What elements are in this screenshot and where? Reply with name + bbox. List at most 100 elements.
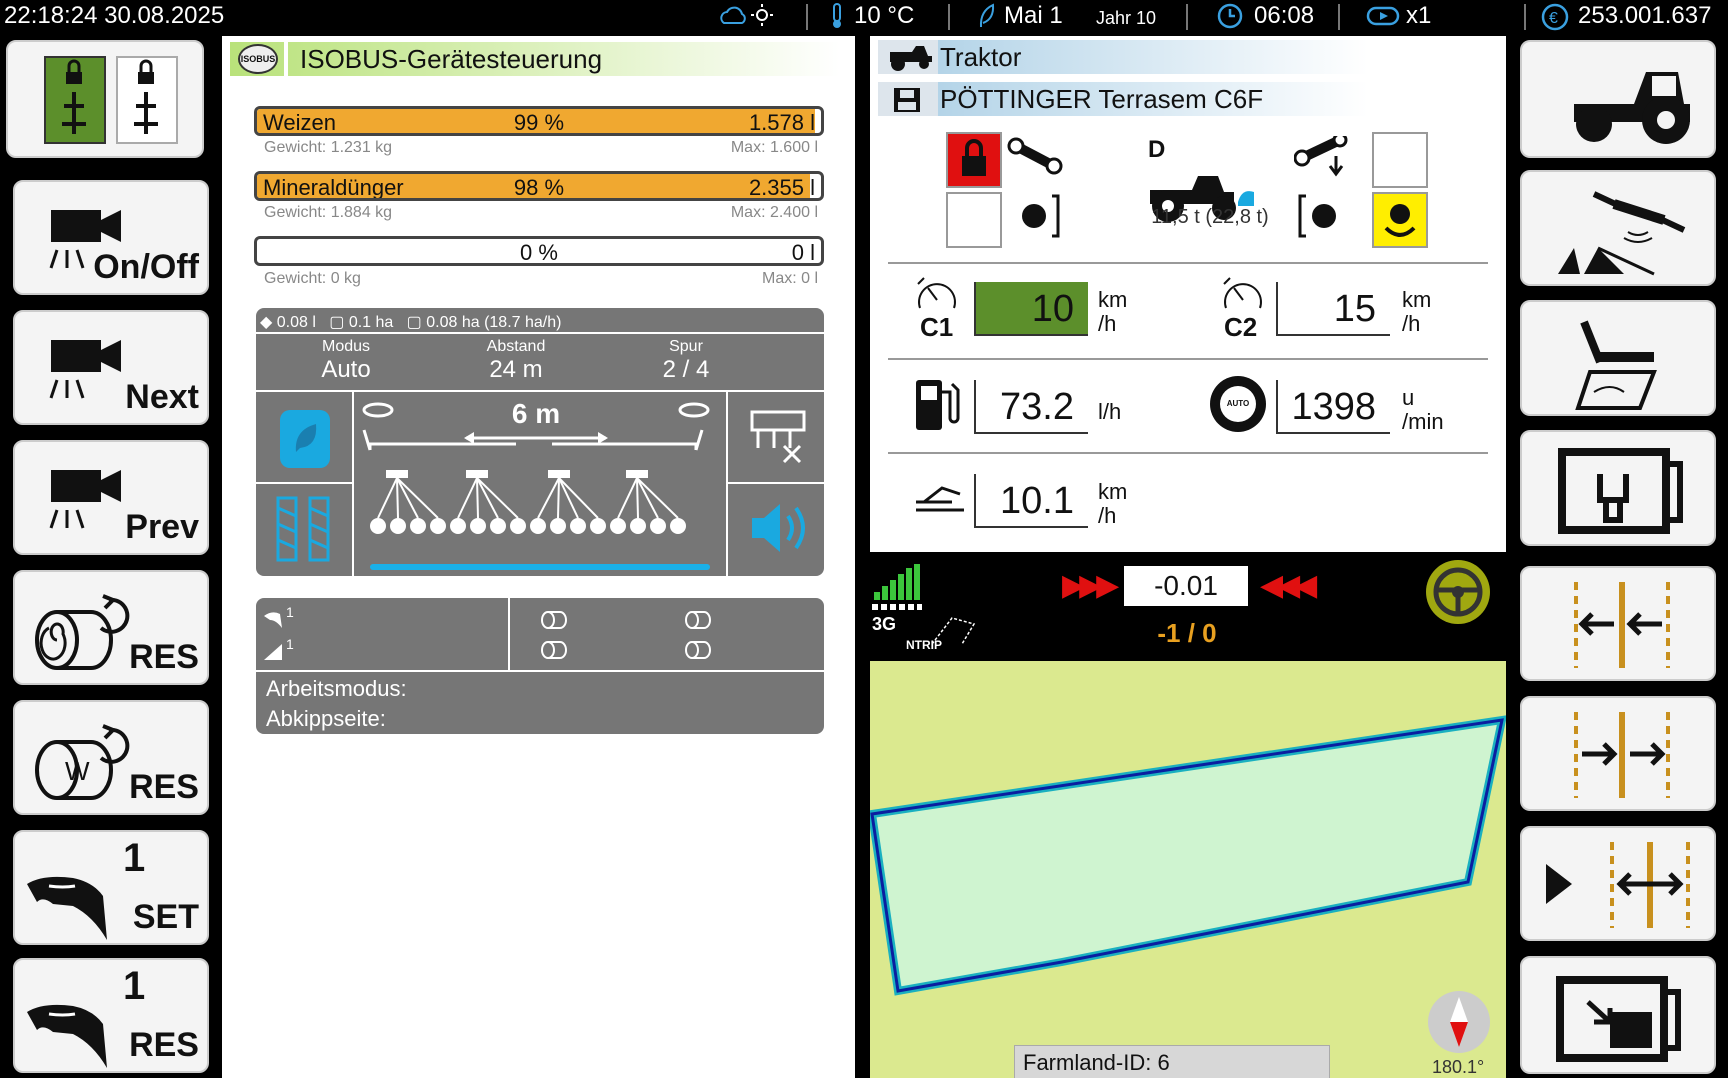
- track-width-icon: [1546, 842, 1690, 928]
- isobus-panel: ISOBUS ISOBUS-Gerätesteuerung Weizen 99 …: [222, 36, 855, 1078]
- slot-number: 1: [123, 836, 146, 880]
- temperature: 10 °C: [854, 2, 915, 29]
- compass-icon: [1428, 991, 1490, 1053]
- datetime: 22:18:24 30.08.2025: [4, 2, 225, 29]
- accelerator-pedal-icon: [916, 486, 964, 512]
- camera-onoff-button[interactable]: On/Off: [13, 180, 209, 295]
- camera-icon: [49, 340, 121, 399]
- camera-next-button[interactable]: Next: [13, 310, 209, 425]
- isobus-header: ISOBUS ISOBUS-Gerätesteuerung: [230, 42, 840, 76]
- speed-multiplier[interactable]: x1: [1406, 2, 1431, 30]
- gps-strip: 3G NTRIP ▶▶▶ -0.01 ◀◀◀ -1 / 0: [870, 556, 1506, 661]
- wrapped-bale-reset-button[interactable]: W RES: [13, 700, 209, 815]
- work-mode-label: Arbeitsmodus:: [266, 676, 407, 701]
- ground-speed-value: 10.1: [974, 474, 1088, 528]
- cruise-c2-value[interactable]: 15: [1276, 282, 1390, 336]
- hand-icon: [27, 876, 107, 940]
- thermometer-icon: [830, 3, 844, 36]
- exit-screen-button[interactable]: [1520, 956, 1716, 1074]
- hand-reset-button[interactable]: 1 RES: [13, 958, 209, 1073]
- speaker-icon[interactable]: [746, 498, 812, 558]
- hand-small-icon: [264, 612, 282, 628]
- button-label: SET: [132, 898, 199, 936]
- speed-multiplier-icon[interactable]: [1366, 4, 1400, 35]
- field-work-button[interactable]: [1520, 300, 1716, 416]
- workshop-button[interactable]: [1520, 430, 1716, 546]
- status-bar: 22:18:24 30.08.2025 10 °C Mai 1 Jahr 10 …: [0, 0, 1728, 34]
- counters-block: 1 1 Arbeitsmodus: Abkippseite:: [256, 598, 824, 734]
- cruise-c1-value[interactable]: 10: [974, 282, 1088, 336]
- clock-icon: [1216, 2, 1244, 37]
- arrows-left-icon: ◀◀◀: [1260, 569, 1317, 602]
- working-width: 6 m: [511, 398, 561, 429]
- heading: 180.1°: [1432, 1057, 1485, 1077]
- fill-level-row: Mineraldünger 98 % 2.355 l: [254, 171, 824, 201]
- signal-strength-icon: [874, 564, 920, 600]
- money-icon: €: [1540, 2, 1570, 39]
- vehicle-panel: Traktor PÖTTINGER Terrasem C6F D 11,5 t …: [870, 36, 1506, 552]
- fuel-usage-unit: l/h: [1098, 399, 1122, 424]
- lower-link-icon: [1294, 136, 1348, 238]
- tip-small-icon: [264, 644, 282, 660]
- exit-screen-icon: [1556, 976, 1681, 1062]
- field-boundary: [870, 715, 1506, 996]
- game-time: 06:08: [1254, 2, 1315, 29]
- fuel-usage-value: 73.2: [974, 380, 1088, 434]
- engine-rpm-value: 1398: [1276, 380, 1390, 434]
- fill-level-row: Weizen 99 % 1.578 l: [254, 106, 824, 136]
- cruise-c1-icon: [917, 277, 956, 309]
- cruise-c1-unit: km/h: [1098, 287, 1128, 336]
- button-label: RES: [129, 1026, 199, 1064]
- cruise-c2-unit: km/h: [1402, 287, 1432, 336]
- mode-label: Modus: [321, 338, 371, 355]
- drop-icon: ◆: [260, 314, 273, 331]
- shift-track-left-button[interactable]: [1520, 566, 1716, 681]
- money: 253.001.637: [1578, 2, 1712, 29]
- save-icon[interactable]: [892, 86, 922, 114]
- lock-icon[interactable]: [946, 132, 1002, 188]
- empty-slot: [946, 192, 1002, 248]
- steering-wheel-icon[interactable]: [1426, 560, 1490, 624]
- track-label: Spur: [669, 338, 703, 355]
- ntrip-label: NTRIP: [906, 638, 942, 652]
- button-label: On/Off: [93, 248, 199, 286]
- track-width-button[interactable]: [1520, 826, 1716, 941]
- hand-set-button[interactable]: 1 SET: [13, 830, 209, 945]
- button-label: Prev: [125, 508, 199, 546]
- distance-label: Abstand: [486, 338, 546, 355]
- leaf-icon: [978, 3, 996, 36]
- rpm-auto-icon[interactable]: AUTO: [1210, 376, 1266, 432]
- seed-rotate-icon[interactable]: [1372, 192, 1428, 248]
- button-label: RES: [129, 638, 199, 676]
- bale-reset-button[interactable]: RES: [13, 570, 209, 685]
- isobus-logo-icon: ISOBUS: [238, 44, 278, 74]
- seeder-off-icon[interactable]: [744, 406, 814, 466]
- cruise-c2-label: C2: [1224, 312, 1258, 342]
- cruise-c1-label: C1: [920, 312, 954, 342]
- mode-value[interactable]: Auto: [296, 356, 396, 384]
- fill-sub: Gewicht: 1.884 kg Max: 2.400 l: [264, 204, 818, 221]
- area-total-icon: ▢: [406, 314, 422, 331]
- area-icon: ▢: [329, 314, 345, 331]
- total-weight: 11,5 t (22,8 t): [1151, 206, 1269, 228]
- shift-track-right-button[interactable]: [1520, 696, 1716, 811]
- camera-icon: [49, 470, 121, 529]
- year: Jahr 10: [1096, 8, 1157, 28]
- camera-prev-button[interactable]: Prev: [13, 440, 209, 555]
- cruise-c2-icon: [1223, 277, 1262, 309]
- lane-offset: -0.01: [1124, 566, 1248, 606]
- fuel-pump-icon: [916, 380, 960, 430]
- seeder-stats: ◆ 0.08 l ▢ 0.1 ha ▢ 0.08 ha (18.7 ha/h): [260, 314, 562, 331]
- bale-count-icons: [541, 611, 567, 659]
- farmland-id: Farmland-ID: 6: [1014, 1045, 1330, 1078]
- month: Mai 1: [1004, 2, 1063, 29]
- lock-toggle-button[interactable]: [6, 40, 204, 158]
- tractor-view-button[interactable]: [1520, 40, 1716, 158]
- fill-level-row: 0 % 0 l: [254, 236, 824, 266]
- gps-guidance-button[interactable]: [1520, 170, 1716, 286]
- shift-right-icon: [1574, 712, 1670, 798]
- field-map[interactable]: Farmland-ID: 6 180.1°: [870, 661, 1506, 1078]
- bale-icon: [35, 594, 130, 670]
- lever-clipboard-icon: [1575, 320, 1657, 410]
- tractor-icon: [1574, 72, 1690, 144]
